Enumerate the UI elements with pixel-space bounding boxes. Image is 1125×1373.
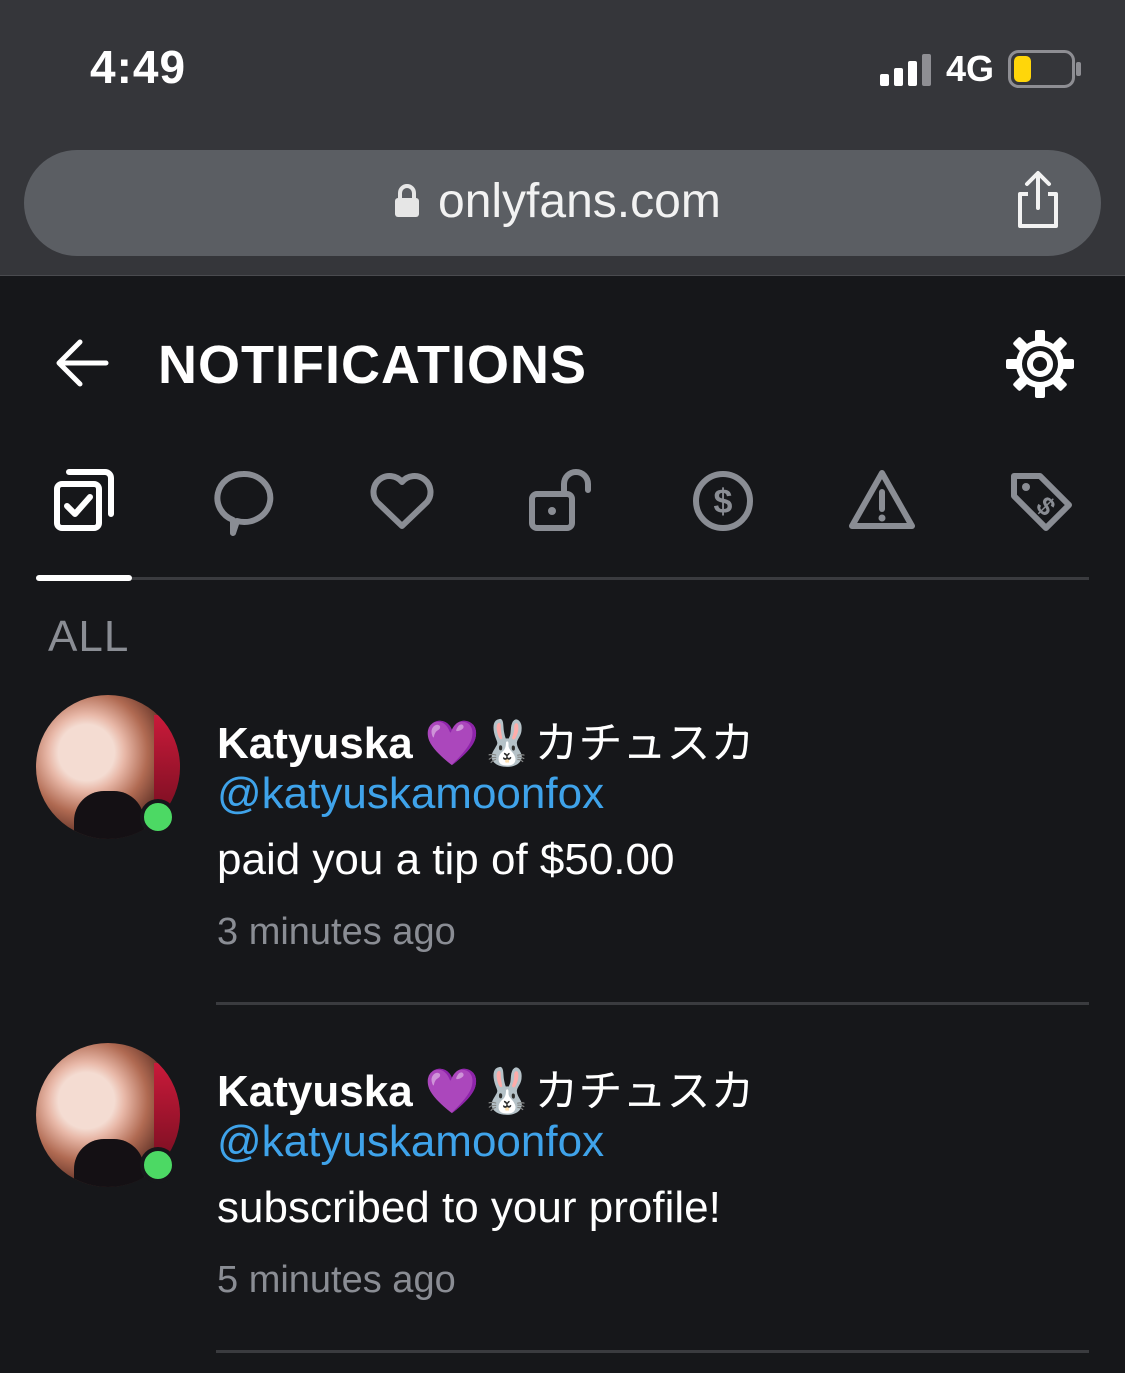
user-name: Katyuska	[217, 719, 413, 768]
notification-user-name[interactable]: Katyuska 💜🐰カチュスカ	[217, 707, 755, 771]
user-name: Katyuska	[217, 1067, 413, 1116]
tab-comments[interactable]	[198, 456, 288, 546]
notification-message: subscribed to your profile!	[217, 1183, 721, 1232]
share-icon[interactable]	[1008, 170, 1068, 230]
notification-item[interactable]: Katyuska 💜🐰カチュスカ @katyuskamoonfox subscr…	[0, 1043, 1125, 1373]
browser-chrome: 4:49 4G onlyfans.com	[0, 0, 1125, 276]
notification-divider	[216, 1002, 1089, 1005]
online-status-dot	[140, 799, 176, 835]
user-name-suffix: カチュスカ	[534, 719, 755, 768]
unlock-icon	[529, 469, 591, 531]
avatar-detail	[74, 791, 144, 839]
notification-filter-tabs: $ $	[0, 446, 1125, 582]
tab-tips[interactable]: $	[678, 456, 768, 546]
user-name-suffix: カチュスカ	[534, 1067, 755, 1116]
gear-icon[interactable]	[1004, 328, 1076, 400]
avatar-detail	[74, 1139, 144, 1187]
heart-icon	[370, 473, 434, 529]
page-title: NOTIFICATIONS	[158, 335, 587, 395]
rabbit-emoji: 🐰	[479, 1067, 535, 1116]
network-type: 4G	[946, 48, 995, 89]
cellular-signal-icon	[880, 54, 931, 86]
address-bar[interactable]: onlyfans.com	[24, 150, 1101, 256]
tab-subscriptions[interactable]	[516, 456, 606, 546]
notification-divider	[216, 1350, 1089, 1353]
notification-item[interactable]: Katyuska 💜🐰カチュスカ @katyuskamoonfox paid y…	[0, 695, 1125, 1025]
purple-heart-emoji: 💜	[424, 719, 480, 768]
tab-likes[interactable]	[357, 456, 447, 546]
notification-user-name[interactable]: Katyuska 💜🐰カチュスカ	[217, 1055, 755, 1119]
checkbox-stack-icon	[54, 469, 114, 531]
app-header: NOTIFICATIONS	[0, 276, 1125, 446]
lock-icon	[395, 184, 419, 217]
purple-heart-emoji: 💜	[424, 1067, 480, 1116]
tab-all[interactable]	[39, 456, 129, 546]
notification-time: 3 minutes ago	[217, 911, 456, 953]
tab-alerts[interactable]	[837, 456, 927, 546]
active-tab-indicator	[36, 575, 132, 581]
section-label: ALL	[48, 612, 130, 661]
svg-text:$: $	[714, 483, 733, 521]
notification-time: 5 minutes ago	[217, 1259, 456, 1301]
dollar-circle-icon: $	[693, 471, 753, 531]
chat-bubble-icon	[214, 470, 274, 536]
status-time: 4:49	[90, 41, 187, 93]
url-text[interactable]: onlyfans.com	[438, 174, 721, 229]
tab-promotions[interactable]: $	[996, 456, 1086, 546]
tabs-divider	[36, 577, 1089, 580]
rabbit-emoji: 🐰	[479, 719, 535, 768]
online-status-dot	[140, 1147, 176, 1183]
price-tag-icon: $	[1011, 473, 1072, 531]
user-handle-link[interactable]: @katyuskamoonfox	[217, 1117, 604, 1167]
back-arrow-icon[interactable]	[50, 331, 114, 395]
notification-message: paid you a tip of $50.00	[217, 835, 675, 884]
warning-icon	[849, 470, 915, 529]
user-handle-link[interactable]: @katyuskamoonfox	[217, 769, 604, 819]
battery-icon	[1008, 50, 1081, 88]
